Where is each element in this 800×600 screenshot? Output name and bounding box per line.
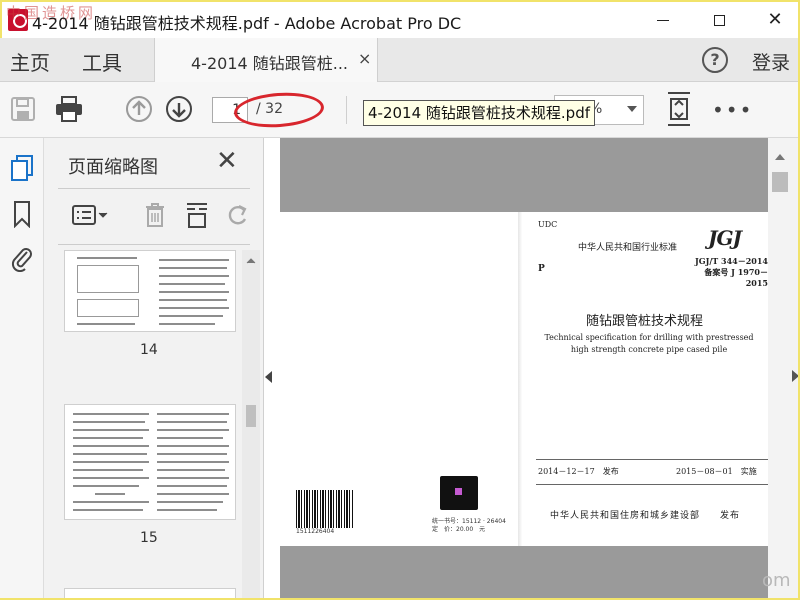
collapse-panel-icon[interactable]: [265, 371, 272, 383]
delete-icon[interactable]: [140, 200, 170, 230]
bookmark-icon[interactable]: [8, 198, 36, 230]
scroll-up-icon[interactable]: [775, 154, 785, 160]
rotate-icon[interactable]: [222, 200, 252, 230]
login-button[interactable]: 登录: [752, 48, 790, 75]
close-window-button[interactable]: ✕: [746, 2, 800, 38]
p-mark: P: [538, 264, 545, 274]
print-icon[interactable]: [52, 92, 86, 126]
book-price-block: 统一书号：15112 · 26404 定 价：20.00 元: [432, 518, 506, 534]
document-tab-title: 4-2014 随钻跟管桩...: [191, 54, 349, 73]
close-panel-button[interactable]: ✕: [216, 148, 238, 174]
title-bar: 中国造桥网 4-2014 随钻跟管桩技术规程.pdf - Adobe Acrob…: [0, 0, 800, 38]
standard-category: 中华人民共和国行业标准: [578, 243, 678, 253]
menu-tools[interactable]: 工具: [82, 47, 122, 76]
thumbnail-scrollbar[interactable]: [242, 250, 260, 600]
publisher: 中华人民共和国住房和城乡建设部 发布: [550, 511, 741, 521]
thumbnail-page-15[interactable]: [64, 404, 236, 520]
highlight-annotation: [232, 89, 326, 131]
standard-number: JGJ/T 344－2014: [694, 256, 768, 266]
page-thumbnails-icon[interactable]: [8, 152, 36, 184]
pdf-page: 1511226404 统一书号：15112 · 26404 定 价：20.00 …: [280, 212, 768, 546]
more-options-icon[interactable]: •••: [712, 98, 753, 122]
menu-home[interactable]: 主页: [10, 47, 50, 76]
attachment-icon[interactable]: [8, 242, 36, 274]
cover-title: 随钻跟管桩技术规程: [586, 314, 704, 329]
issue-date: 2014－12－17 发布: [538, 467, 619, 476]
english-title-line: high strength concrete pipe cased pile: [570, 345, 728, 354]
maximize-button[interactable]: [690, 2, 748, 38]
panel-title: 页面缩略图: [68, 157, 158, 178]
english-title-line: Technical specification for drilling wit…: [544, 333, 754, 342]
jgj-logo: JGJ: [708, 226, 742, 250]
divider: [58, 244, 250, 245]
extract-pages-icon[interactable]: [182, 200, 212, 230]
document-view: 1511226404 统一书号：15112 · 26404 定 价：20.00 …: [280, 138, 768, 600]
close-icon: ✕: [767, 9, 783, 30]
page-fold: [518, 212, 522, 546]
barcode: [296, 490, 354, 528]
thumbnail-page-14[interactable]: [64, 250, 236, 332]
implementation-date: 2015－08－01 实施: [676, 467, 757, 476]
minimize-icon: [657, 19, 669, 21]
navigation-rail: [0, 138, 44, 600]
thumbnail-options-icon[interactable]: [70, 200, 110, 230]
filing-number: 备案号 J 1970－2015: [704, 267, 768, 288]
standard-code: JGJ/T 344－2014 备案号 J 1970－2015: [688, 256, 768, 288]
divider: [536, 459, 768, 460]
fit-page-icon[interactable]: [662, 92, 696, 126]
maximize-icon: [713, 14, 725, 26]
menu-bar: 主页 工具 4-2014 随钻跟管桩... × ? 登录: [0, 38, 800, 82]
thumbnail-list: 14 15: [58, 250, 254, 600]
scroll-thumb[interactable]: [772, 172, 788, 192]
filename-tooltip: 4-2014 随钻跟管桩技术规程.pdf: [363, 100, 595, 126]
minimize-button[interactable]: [634, 2, 692, 38]
book-number: 统一书号：15112 · 26404: [432, 518, 506, 525]
scroll-up-icon: [246, 258, 256, 264]
qr-code: [440, 476, 478, 510]
help-icon[interactable]: ?: [702, 47, 728, 73]
scroll-thumb[interactable]: [246, 405, 256, 427]
book-price: 定 价：20.00 元: [432, 526, 486, 533]
footer-watermark: om: [762, 570, 791, 591]
previous-page-icon[interactable]: [122, 92, 156, 126]
thumbnail-panel: 页面缩略图 ✕ 14 15: [44, 138, 264, 600]
toolbar-divider: [346, 96, 347, 124]
next-page-icon[interactable]: [162, 92, 196, 126]
thumbnail-label: 15: [140, 530, 158, 546]
udc-label: UDC: [538, 220, 558, 229]
document-tab[interactable]: 4-2014 随钻跟管桩... ×: [154, 38, 378, 82]
tab-close-button[interactable]: ×: [358, 49, 371, 68]
window-title: 4-2014 随钻跟管桩技术规程.pdf - Adobe Acrobat Pro…: [32, 14, 462, 33]
cover-english-title: Technical specification for drilling wit…: [542, 332, 756, 356]
divider: [58, 188, 250, 189]
document-scrollbar[interactable]: [768, 138, 800, 600]
thumbnail-label: 14: [140, 342, 158, 358]
divider: [536, 484, 768, 485]
barcode-number: 1511226404: [296, 528, 335, 535]
chevron-down-icon: [627, 106, 637, 112]
save-icon[interactable]: [6, 92, 40, 126]
